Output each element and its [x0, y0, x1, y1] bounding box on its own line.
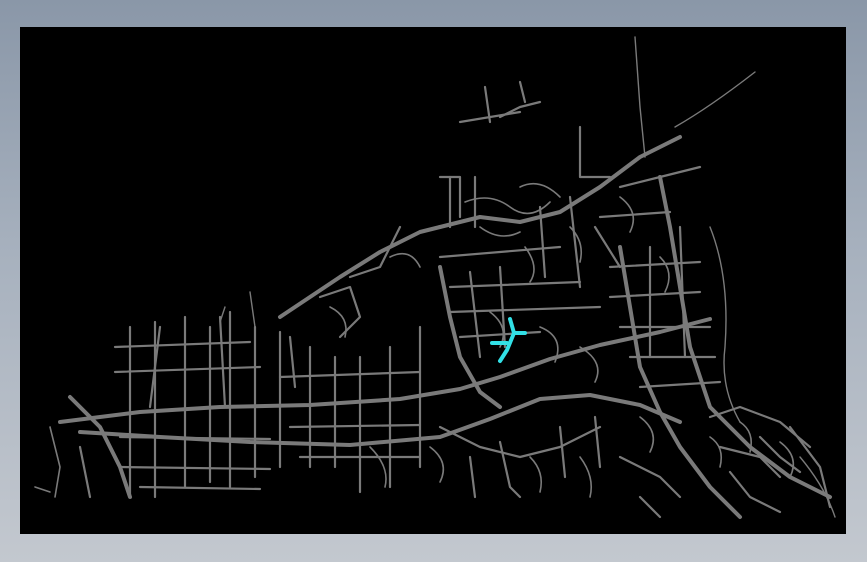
cad-map-viewport[interactable]	[20, 27, 846, 534]
highlight-trunk	[498, 331, 516, 363]
road-east-coast	[658, 175, 832, 499]
minor-roads	[78, 80, 832, 519]
major-roads	[58, 135, 832, 519]
road-network-map	[34, 36, 836, 519]
road-network	[34, 36, 836, 519]
selected-road-highlight	[490, 317, 527, 363]
road-diagonal-west	[278, 225, 442, 319]
highlight-branch-north	[508, 317, 516, 335]
